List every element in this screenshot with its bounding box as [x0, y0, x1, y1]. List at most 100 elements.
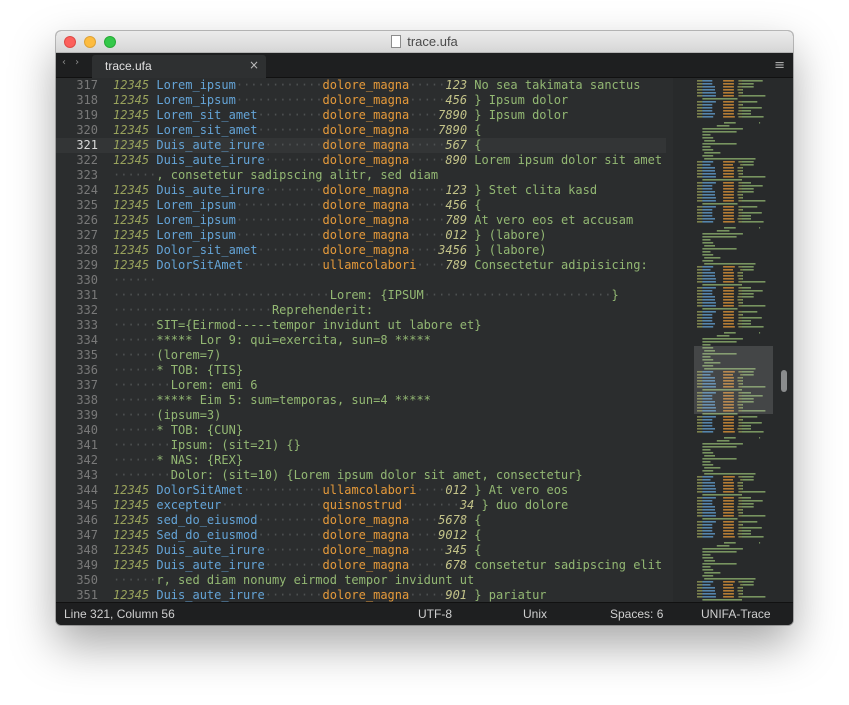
tab-trace-ufa[interactable]: trace.ufa × — [92, 55, 266, 78]
minimap-block — [702, 548, 743, 550]
code-line[interactable]: ······, consetetur sadipscing alitr, sed… — [113, 168, 673, 183]
minimap-block — [723, 182, 734, 184]
code-token-dots: ········· — [257, 528, 323, 542]
tab-nav-arrows-icon[interactable]: ‹ › — [62, 57, 82, 68]
code-token-text: * TOB: {TIS} — [156, 363, 244, 377]
minimap-viewport[interactable] — [694, 346, 773, 414]
code-token-ident: dolore_magna — [322, 243, 410, 257]
code-line[interactable]: ······(ipsum=3) — [113, 408, 673, 423]
code-token-ident: dolore_magna — [322, 228, 410, 242]
code-line[interactable]: 12345 DolorSitAmet···········ullamcolabo… — [113, 258, 673, 273]
code-line[interactable]: ······***** Lor 9: qui=exercita, sun=8 *… — [113, 333, 673, 348]
minimap-block — [738, 521, 742, 523]
minimap-block — [702, 314, 713, 316]
line-number: 317 — [76, 78, 98, 92]
minimap-block — [723, 593, 734, 595]
code-line[interactable]: ········Ipsum: (sit=21) {} — [113, 438, 673, 453]
scrollbar-thumb[interactable] — [781, 370, 787, 392]
code-line[interactable]: 12345 Lorem_ipsum············dolore_magn… — [113, 78, 673, 93]
minimap-block — [737, 113, 742, 115]
minimap-block — [702, 194, 715, 196]
cursor-position[interactable]: Line 321, Column 56 — [64, 607, 175, 621]
code-line[interactable]: 12345 Lorem_sit_amet·········dolore_magn… — [113, 123, 673, 138]
code-line[interactable]: 12345 excepteur··············quisnostrud… — [113, 498, 673, 513]
minimap-block — [702, 596, 716, 598]
code-line[interactable]: 12345 Lorem_ipsum············dolore_magn… — [113, 198, 673, 213]
code-token-text: } pariatur — [474, 588, 547, 602]
code-area[interactable]: 12345 Lorem_ipsum············dolore_magn… — [113, 78, 673, 602]
code-line[interactable]: 12345 Lorem_ipsum············dolore_magn… — [113, 228, 673, 243]
tab-close-icon[interactable]: × — [249, 58, 259, 72]
minimap-block — [723, 170, 734, 172]
code-line[interactable]: ······* TOB: {CUN} — [113, 423, 673, 438]
code-line[interactable]: 12345 Duis_aute_irure········dolore_magn… — [113, 588, 673, 602]
minimap-block — [702, 176, 716, 178]
code-token-val: 34 — [459, 498, 482, 512]
code-line[interactable]: 12345 DolorSitAmet···········ullamcolabo… — [113, 483, 673, 498]
line-endings-indicator[interactable]: Unix — [523, 607, 547, 621]
minimap-block — [702, 458, 737, 460]
minimap-block — [742, 290, 763, 292]
minimap-block — [697, 86, 703, 88]
code-token-val: 123 — [445, 183, 475, 197]
minimap-block — [742, 530, 751, 532]
code-line[interactable]: ······* TOB: {TIS} — [113, 363, 673, 378]
code-line[interactable]: 12345 Lorem_ipsum············dolore_magn… — [113, 213, 673, 228]
encoding-indicator[interactable]: UTF-8 — [418, 607, 452, 621]
code-line[interactable]: ········Dolor: (sit=10) {Lorem ipsum dol… — [113, 468, 673, 483]
code-line[interactable]: ······r, sed diam nonumy eirmod tempor i… — [113, 573, 673, 588]
code-line[interactable]: ········Lorem: emi 6 — [113, 378, 673, 393]
code-token-dots: ···· — [409, 108, 439, 122]
code-line[interactable]: 12345 Lorem_ipsum············dolore_magn… — [113, 93, 673, 108]
code-line[interactable]: 12345 sed_do_eiusmod·········dolore_magn… — [113, 513, 673, 528]
code-line[interactable]: ······(lorem=7) — [113, 348, 673, 363]
minimap-block — [723, 317, 734, 319]
code-line[interactable]: ······***** Eim 5: sum=temporas, sun=4 *… — [113, 393, 673, 408]
minimap-block — [738, 215, 742, 217]
code-line[interactable]: ······ — [113, 273, 673, 288]
minimap-block — [723, 173, 734, 175]
code-token-ident: dolore_magna — [322, 183, 410, 197]
code-line[interactable]: ······················Reprehenderit: — [113, 303, 673, 318]
minimap-block — [723, 482, 734, 484]
minimap-block — [704, 158, 756, 160]
minimap-block — [702, 557, 714, 559]
minimap-block — [702, 305, 716, 307]
minimap-block — [702, 80, 713, 82]
minimap-block — [702, 131, 737, 133]
minimap-block — [702, 206, 716, 208]
minimap-block — [738, 83, 742, 85]
code-line[interactable]: 12345 Duis_aute_irure········dolore_magn… — [113, 138, 673, 153]
minimap-block — [723, 521, 734, 523]
minimap-block — [704, 152, 721, 154]
minimap-block — [738, 593, 742, 595]
code-line[interactable]: 12345 Duis_aute_irure········dolore_magn… — [113, 183, 673, 198]
minimap-block — [697, 530, 703, 532]
code-line[interactable]: 12345 Duis_aute_irure········dolore_magn… — [113, 543, 673, 558]
code-line[interactable]: 12345 Duis_aute_irure········dolore_magn… — [113, 153, 673, 168]
code-line[interactable]: ······* NAS: {REX} — [113, 453, 673, 468]
code-line[interactable]: ······························Lorem: {IP… — [113, 288, 673, 303]
minimap[interactable] — [673, 78, 793, 602]
code-line[interactable]: 12345 Lorem_sit_amet·········dolore_magn… — [113, 108, 673, 123]
minimap-block — [742, 533, 751, 535]
minimap-block — [702, 584, 711, 586]
minimap-block — [697, 83, 703, 85]
code-token-ident: dolore_magna — [322, 558, 410, 572]
minimap-block — [742, 176, 766, 178]
code-line[interactable]: ······SIT={Eirmod-----tempor invidunt ut… — [113, 318, 673, 333]
tab-menu-icon[interactable]: ≡ — [774, 58, 785, 73]
code-editor[interactable]: 317 318 319 320 321 322 323 324 325 326 327 328 329 3… — [56, 78, 793, 602]
syntax-indicator[interactable]: UNIFA-Trace — [701, 607, 771, 621]
minimap-block — [702, 284, 742, 286]
code-line[interactable]: 12345 Dolor_sit_amet·········dolore_magn… — [113, 243, 673, 258]
code-line[interactable]: 12345 Duis_aute_irure········dolore_magn… — [113, 558, 673, 573]
line-number: 350 — [76, 573, 98, 587]
code-token-text: r, sed diam nonumy eirmod tempor invidun… — [156, 573, 475, 587]
minimap-block — [738, 314, 742, 316]
line-number: 337 — [76, 378, 98, 392]
indentation-indicator[interactable]: Spaces: 6 — [610, 607, 663, 621]
minimap-block — [697, 290, 703, 292]
minimap-block — [723, 320, 734, 322]
code-line[interactable]: 12345 Sed_do_eiusmod·········dolore_magn… — [113, 528, 673, 543]
